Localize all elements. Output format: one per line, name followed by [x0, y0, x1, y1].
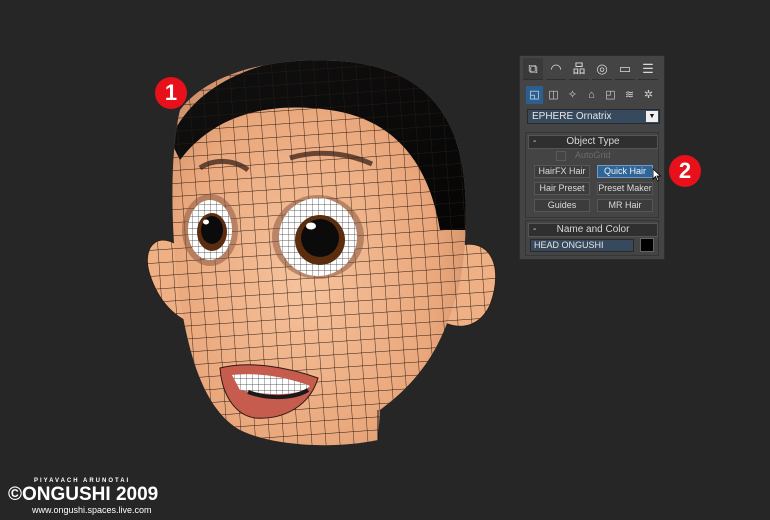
checkbox-box — [556, 150, 566, 161]
panel-tabs: ⧉ ◠ 品 ◎ ▭ ☰ — [523, 58, 663, 80]
modify-tab-icon[interactable]: ◠ — [546, 58, 566, 80]
utilities-tab-icon[interactable]: ☰ — [638, 58, 658, 80]
right-eye — [279, 198, 357, 276]
name-and-color-title: Name and Color — [556, 224, 630, 235]
chevron-down-icon[interactable]: ▼ — [646, 111, 658, 122]
object-type-rollout: - Object Type AutoGrid HairFX Hair Quick… — [525, 132, 662, 218]
preset-maker-button[interactable]: Preset Maker — [597, 182, 653, 195]
category-dropdown[interactable]: EPHERE Ornatrix ▼ — [527, 109, 660, 124]
motion-tab-icon[interactable]: ◎ — [592, 58, 612, 80]
mr-hair-button[interactable]: MR Hair — [597, 199, 653, 212]
quick-hair-button[interactable]: Quick Hair — [597, 165, 653, 178]
lights-icon[interactable]: ✧ — [564, 86, 581, 104]
object-name-input[interactable]: HEAD ONGUSHI — [530, 239, 634, 252]
command-panel: ⧉ ◠ 品 ◎ ▭ ☰ ◱ ◫ ✧ ⌂ ◰ ≋ ✲ EPHERE Ornatri… — [519, 55, 665, 260]
guides-button[interactable]: Guides — [534, 199, 590, 212]
name-and-color-rollout: - Name and Color HEAD ONGUSHI — [525, 220, 659, 256]
callout-2: 2 — [669, 155, 701, 187]
watermark-url: www.ongushi.spaces.live.com — [32, 505, 152, 515]
helpers-icon[interactable]: ◰ — [602, 86, 619, 104]
autogrid-checkbox[interactable]: AutoGrid — [556, 150, 611, 162]
create-tab-icon[interactable]: ⧉ — [523, 58, 543, 80]
left-eye — [188, 200, 232, 260]
collapse-icon: - — [533, 136, 537, 147]
cameras-icon[interactable]: ⌂ — [583, 86, 600, 104]
create-subcategories: ◱ ◫ ✧ ⌂ ◰ ≋ ✲ — [526, 86, 662, 106]
shapes-icon[interactable]: ◫ — [545, 86, 562, 104]
hair-preset-button[interactable]: Hair Preset — [534, 182, 590, 195]
collapse-icon: - — [533, 224, 537, 235]
space-warps-icon[interactable]: ≋ — [621, 86, 638, 104]
geometry-icon[interactable]: ◱ — [526, 86, 543, 104]
mouse-cursor-icon — [652, 168, 662, 182]
object-type-header[interactable]: - Object Type — [528, 135, 658, 149]
hairfx-hair-button[interactable]: HairFX Hair — [534, 165, 590, 178]
watermark-title: ©ONGUSHI 2009 — [8, 484, 159, 505]
object-color-swatch[interactable] — [640, 238, 654, 252]
category-value: EPHERE Ornatrix — [532, 111, 612, 122]
name-and-color-header[interactable]: - Name and Color — [528, 223, 658, 237]
display-tab-icon[interactable]: ▭ — [615, 58, 635, 80]
object-type-title: Object Type — [566, 136, 620, 147]
callout-1: 1 — [155, 77, 187, 109]
hierarchy-tab-icon[interactable]: 品 — [569, 58, 589, 80]
autogrid-label: AutoGrid — [575, 150, 611, 160]
systems-icon[interactable]: ✲ — [640, 86, 657, 104]
